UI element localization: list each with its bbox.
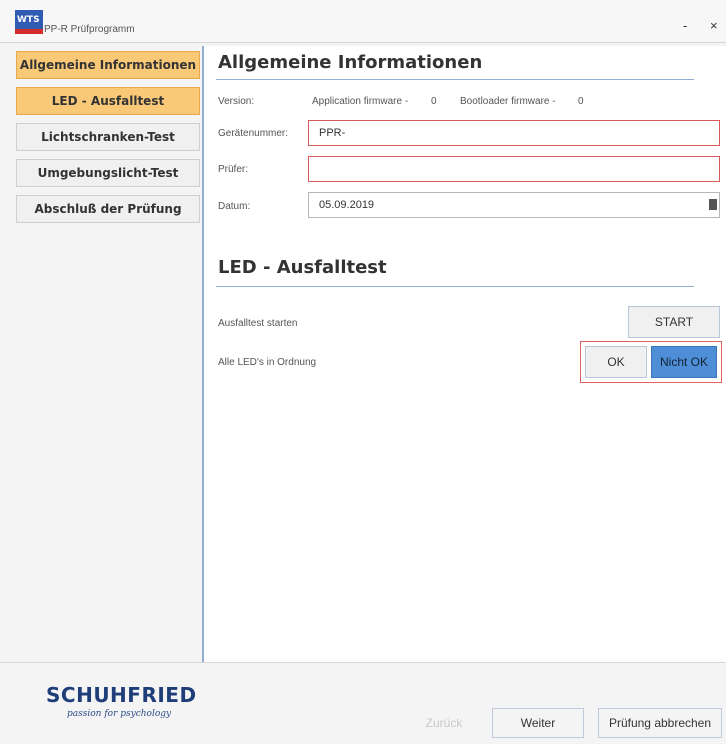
sidebar-item-led-ausfalltest[interactable]: LED - Ausfalltest <box>16 87 200 115</box>
footer: SCHUHFRIED passion for psychology Zurück… <box>0 662 726 744</box>
ok-button[interactable]: OK <box>585 346 647 378</box>
start-button[interactable]: START <box>628 306 720 338</box>
serial-field[interactable]: PPR- <box>308 120 720 146</box>
logo-text: WTS <box>17 15 40 25</box>
date-label: Datum: <box>218 201 251 212</box>
back-button[interactable]: Zurück <box>404 708 484 738</box>
serial-label: Gerätenummer: <box>218 128 289 139</box>
wts-logo: WTS <box>15 10 43 34</box>
date-field[interactable]: 05.09.2019 <box>308 192 720 218</box>
logo-stripe <box>15 29 43 34</box>
date-value: 05.09.2019 <box>319 199 375 211</box>
schuhfried-logo: SCHUHFRIED <box>46 683 197 707</box>
window-title: PP-R Prüfprogramm <box>44 24 135 35</box>
sidebar-item-allgemeine-informationen[interactable]: Allgemeine Informationen <box>16 51 200 79</box>
ok-button-group: OK Nicht OK <box>580 341 722 383</box>
bootloader-firmware-label: Bootloader firmware - <box>460 96 556 107</box>
version-label: Version: <box>218 96 255 107</box>
tester-field[interactable] <box>308 156 720 182</box>
not-ok-button[interactable]: Nicht OK <box>651 346 717 378</box>
main-panel: Allgemeine Informationen Version: Applic… <box>204 46 726 662</box>
minimize-button[interactable]: - <box>683 18 687 33</box>
bootloader-firmware-value: 0 <box>578 96 584 107</box>
next-button[interactable]: Weiter <box>492 708 584 738</box>
sidebar-item-lichtschranken-test[interactable]: Lichtschranken-Test <box>16 123 200 151</box>
app-firmware-value: 0 <box>431 96 437 107</box>
led-section-title: LED - Ausfalltest <box>218 257 387 278</box>
close-button[interactable]: × <box>710 18 718 33</box>
start-label: Ausfalltest starten <box>218 318 298 329</box>
sidebar-item-abschluss[interactable]: Abschluß der Prüfung <box>16 195 200 223</box>
calendar-icon[interactable] <box>709 199 717 210</box>
title-bar: WTS PP-R Prüfprogramm - × <box>0 0 726 43</box>
led-section-divider <box>216 286 694 287</box>
tagline: passion for psychology <box>67 709 172 719</box>
app-firmware-label: Application firmware - <box>312 96 409 107</box>
info-section-divider <box>216 79 694 80</box>
cancel-button[interactable]: Prüfung abbrechen <box>598 708 722 738</box>
sidebar: Allgemeine Informationen LED - Ausfallte… <box>10 46 204 662</box>
led-status-label: Alle LED's in Ordnung <box>218 357 317 368</box>
app-window: WTS PP-R Prüfprogramm - × Allgemeine Inf… <box>0 0 726 744</box>
info-section-title: Allgemeine Informationen <box>218 52 483 73</box>
sidebar-item-umgebungslicht-test[interactable]: Umgebungslicht-Test <box>16 159 200 187</box>
tester-label: Prüfer: <box>218 164 249 175</box>
